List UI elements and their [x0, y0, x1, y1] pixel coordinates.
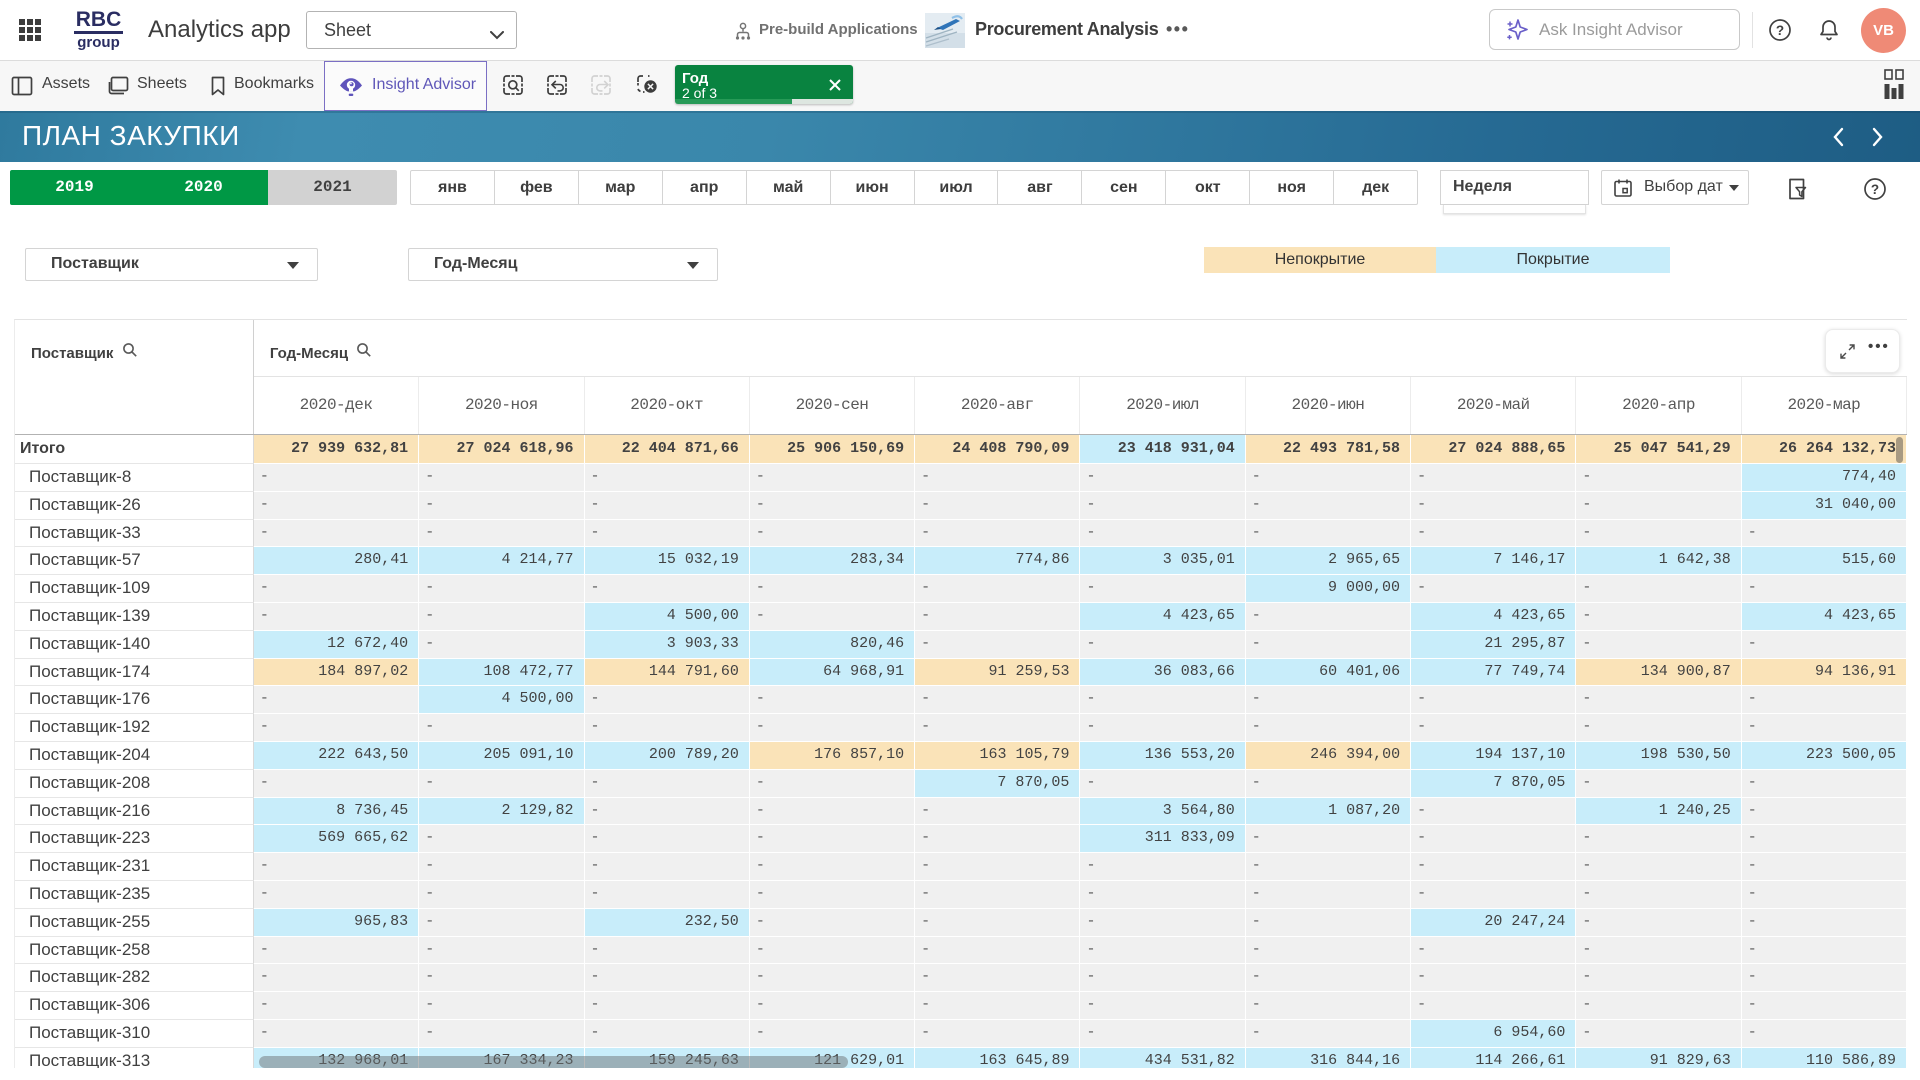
svg-text:?: ?: [1871, 182, 1879, 197]
svg-text:?: ?: [1776, 23, 1784, 38]
